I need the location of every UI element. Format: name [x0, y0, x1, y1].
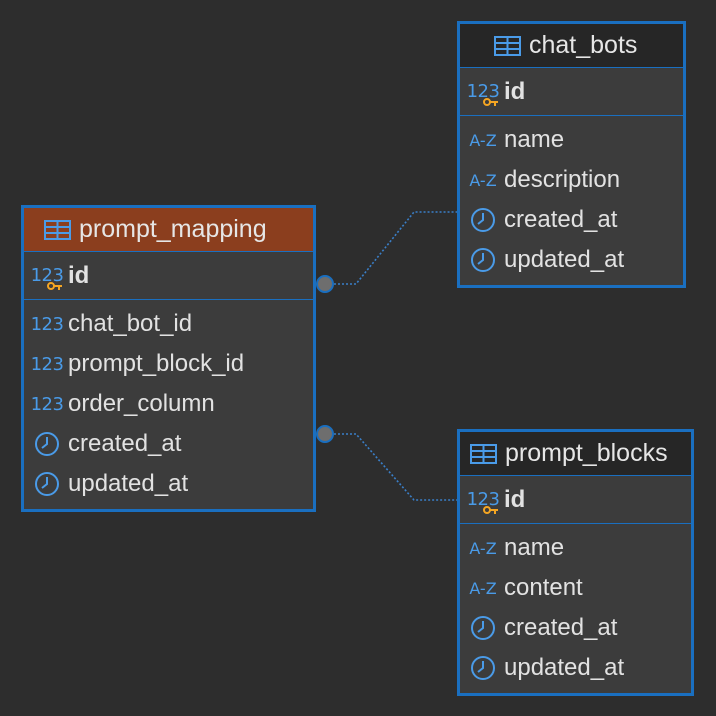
numeric-type-icon: 123 [30, 353, 64, 375]
table-icon [494, 35, 521, 56]
column-name: updated_at [68, 470, 189, 497]
primary-key-icon: 123 [466, 489, 500, 514]
column-row[interactable]: A-Z name [460, 120, 683, 160]
column-name: id [68, 261, 90, 289]
column-row[interactable]: A-Z description [460, 160, 683, 200]
column-row-key[interactable]: 123 id [460, 68, 683, 116]
column-name: content [504, 574, 583, 601]
connector-endpoint[interactable] [316, 425, 334, 443]
column-name: name [504, 126, 565, 153]
column-row[interactable]: updated_at [24, 464, 313, 504]
column-name: created_at [504, 206, 618, 233]
table-icon [470, 443, 497, 464]
column-name: name [504, 534, 565, 561]
clock-icon [466, 655, 500, 681]
column-row-key[interactable]: 123 id [460, 476, 691, 524]
text-type-icon: A-Z [469, 130, 497, 150]
entity-title: prompt_blocks [505, 439, 668, 467]
primary-key-icon: 123 [30, 265, 64, 290]
column-row[interactable]: created_at [24, 424, 313, 464]
connector-endpoint[interactable] [316, 275, 334, 293]
entity-header[interactable]: chat_bots [460, 24, 683, 68]
clock-icon [466, 207, 500, 233]
column-name: created_at [504, 614, 618, 641]
entity-title: chat_bots [529, 31, 638, 59]
entity-prompt-mapping[interactable]: prompt_mapping 123 id 123 chat_bot_id 12… [21, 205, 316, 512]
clock-icon [30, 431, 64, 457]
column-name: updated_at [504, 246, 625, 273]
clock-icon [466, 247, 500, 273]
column-name: chat_bot_id [68, 310, 193, 337]
column-row[interactable]: 123 chat_bot_id [24, 304, 313, 344]
entity-header[interactable]: prompt_mapping [24, 208, 313, 252]
column-name: created_at [68, 430, 182, 457]
column-name: id [504, 485, 526, 513]
column-row[interactable]: 123 order_column [24, 384, 313, 424]
entity-prompt-blocks[interactable]: prompt_blocks 123 id A-Z name A-Z conten… [457, 429, 694, 696]
column-row[interactable]: created_at [460, 200, 683, 240]
column-name: updated_at [504, 654, 625, 681]
numeric-type-icon: 123 [30, 393, 64, 415]
clock-icon [30, 471, 64, 497]
column-row[interactable]: A-Z content [460, 568, 691, 608]
text-type-icon: A-Z [469, 538, 497, 558]
text-type-icon: A-Z [469, 578, 497, 598]
entity-header[interactable]: prompt_blocks [460, 432, 691, 476]
column-row[interactable]: updated_at [460, 240, 683, 280]
text-type-icon: A-Z [469, 170, 497, 190]
column-row[interactable]: A-Z name [460, 528, 691, 568]
entity-chat-bots[interactable]: chat_bots 123 id A-Z name A-Z descriptio… [457, 21, 686, 288]
column-row[interactable]: created_at [460, 608, 691, 648]
table-icon [44, 219, 71, 240]
column-name: description [504, 166, 621, 193]
column-row[interactable]: updated_at [460, 648, 691, 688]
column-name: id [504, 77, 526, 105]
numeric-type-icon: 123 [30, 313, 64, 335]
connector-mapping-to-chat-bots[interactable] [326, 211, 458, 285]
primary-key-icon: 123 [466, 81, 500, 106]
column-name: order_column [68, 390, 215, 417]
column-row-key[interactable]: 123 id [24, 252, 313, 300]
column-row[interactable]: 123 prompt_block_id [24, 344, 313, 384]
connector-mapping-to-prompt-blocks[interactable] [326, 433, 458, 501]
clock-icon [466, 615, 500, 641]
entity-title: prompt_mapping [79, 215, 267, 243]
column-name: prompt_block_id [68, 350, 245, 377]
